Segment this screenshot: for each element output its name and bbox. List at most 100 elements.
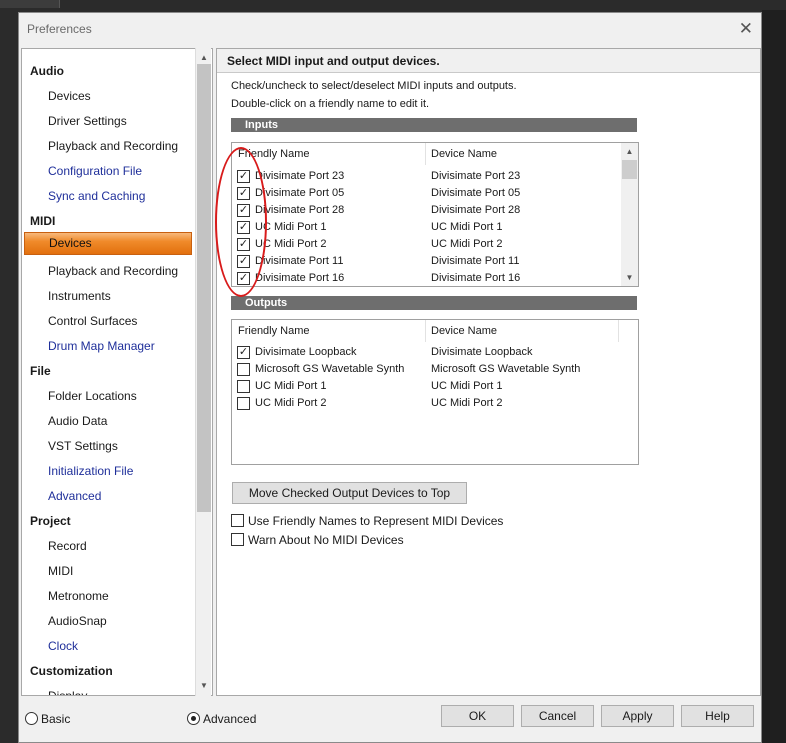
- tree-item-control-surfaces[interactable]: Control Surfaces: [48, 309, 137, 334]
- close-icon[interactable]: ✕: [739, 19, 753, 39]
- background-tab: [0, 0, 60, 8]
- table-row[interactable]: ✓ Divisimate Port 11 Divisimate Port 11: [232, 253, 638, 270]
- tree-item-driver-settings[interactable]: Driver Settings: [48, 109, 127, 134]
- friendly-name-cell[interactable]: UC Midi Port 2: [255, 238, 327, 250]
- tree-item-advanced[interactable]: Advanced: [48, 484, 101, 509]
- scroll-up-icon[interactable]: ▲: [621, 144, 638, 160]
- device-name-column[interactable]: Device Name: [431, 148, 497, 160]
- tree-item-vst-settings[interactable]: VST Settings: [48, 434, 118, 459]
- row-checkbox[interactable]: [237, 397, 250, 410]
- device-name-cell: UC Midi Port 2: [431, 397, 503, 409]
- friendly-name-column[interactable]: Friendly Name: [238, 148, 310, 160]
- device-name-cell: UC Midi Port 1: [431, 221, 503, 233]
- preferences-dialog: Preferences ✕ Audio Devices Driver Setting…: [18, 12, 762, 743]
- friendly-name-cell[interactable]: Divisimate Port 16: [255, 272, 344, 284]
- friendly-name-cell[interactable]: Divisimate Port 11: [255, 255, 343, 267]
- tree-item-record[interactable]: Record: [48, 534, 87, 559]
- tree-item-configuration-file[interactable]: Configuration File: [48, 159, 142, 184]
- row-checkbox[interactable]: ✓: [237, 346, 250, 359]
- tree-item-drum-map-manager[interactable]: Drum Map Manager: [48, 334, 155, 359]
- outputs-section-bar: Outputs: [231, 296, 637, 310]
- panel-header: Select MIDI input and output devices.: [217, 49, 760, 73]
- row-checkbox[interactable]: [237, 380, 250, 393]
- basic-label: Basic: [41, 712, 71, 726]
- tree-item-project[interactable]: Project: [30, 509, 71, 534]
- warn-no-midi-checkbox[interactable]: [231, 533, 244, 546]
- tree-item-devices[interactable]: Devices: [24, 232, 192, 255]
- tree-item-audio[interactable]: Audio: [30, 59, 64, 84]
- ok-button[interactable]: OK: [441, 705, 514, 727]
- tree-item-clock[interactable]: Clock: [48, 634, 78, 659]
- row-checkbox[interactable]: ✓: [237, 255, 250, 268]
- friendly-name-cell[interactable]: UC Midi Port 1: [255, 380, 327, 392]
- apply-button[interactable]: Apply: [601, 705, 674, 727]
- table-row[interactable]: UC Midi Port 1 UC Midi Port 1: [232, 378, 638, 395]
- tree-item-playback-and-recording[interactable]: Playback and Recording: [48, 259, 178, 284]
- basic-radio[interactable]: [25, 712, 38, 725]
- tree-item-playback-and-recording[interactable]: Playback and Recording: [48, 134, 178, 159]
- row-checkbox[interactable]: ✓: [237, 272, 250, 285]
- friendly-name-cell[interactable]: Divisimate Port 05: [255, 187, 344, 199]
- cancel-button[interactable]: Cancel: [521, 705, 594, 727]
- tree-scrollbar[interactable]: ▲ ▼: [195, 48, 211, 696]
- tree-item-metronome[interactable]: Metronome: [48, 584, 109, 609]
- row-checkbox[interactable]: [237, 363, 250, 376]
- move-checked-outputs-button[interactable]: Move Checked Output Devices to Top: [232, 482, 467, 504]
- preferences-tree[interactable]: Audio Devices Driver Settings Playback and …: [21, 48, 213, 696]
- table-row[interactable]: ✓ UC Midi Port 2 UC Midi Port 2: [232, 236, 638, 253]
- use-friendly-names-label: Use Friendly Names to Represent MIDI Dev…: [248, 514, 504, 528]
- device-name-cell: Divisimate Port 16: [431, 272, 521, 284]
- row-checkbox[interactable]: ✓: [237, 238, 250, 251]
- table-row[interactable]: ✓ Divisimate Loopback Divisimate Loopback: [232, 344, 638, 361]
- friendly-name-cell[interactable]: UC Midi Port 2: [255, 397, 327, 409]
- device-name-cell: Divisimate Port 05: [431, 187, 521, 199]
- column-separator: [425, 320, 426, 342]
- tree-item-midi[interactable]: MIDI: [48, 559, 73, 584]
- tree-item-audio-data[interactable]: Audio Data: [48, 409, 107, 434]
- row-checkbox[interactable]: ✓: [237, 187, 250, 200]
- tree-scroll-thumb[interactable]: [197, 64, 211, 512]
- table-row[interactable]: ✓ Divisimate Port 23 Divisimate Port 23: [232, 168, 638, 185]
- table-row[interactable]: ✓ Divisimate Port 28 Divisimate Port 28: [232, 202, 638, 219]
- friendly-name-column[interactable]: Friendly Name: [238, 325, 310, 337]
- inputs-listbox[interactable]: Friendly Name Device Name ▲ ▼ ✓ Divisimat…: [231, 142, 639, 287]
- tree-item-audiosnap[interactable]: AudioSnap: [48, 609, 107, 634]
- outputs-listbox[interactable]: Friendly Name Device Name ✓ Divisimate Lo…: [231, 319, 639, 465]
- use-friendly-names-checkbox[interactable]: [231, 514, 244, 527]
- device-name-column[interactable]: Device Name: [431, 325, 497, 337]
- tree-item-sync-and-caching[interactable]: Sync and Caching: [48, 184, 145, 209]
- friendly-name-cell[interactable]: Divisimate Loopback: [255, 346, 357, 358]
- title-bar: Preferences ✕: [19, 13, 761, 45]
- friendly-name-cell[interactable]: UC Midi Port 1: [255, 221, 327, 233]
- friendly-name-cell[interactable]: Divisimate Port 28: [255, 204, 344, 216]
- device-name-cell: Divisimate Loopback: [431, 346, 533, 358]
- friendly-name-cell[interactable]: Microsoft GS Wavetable Synth: [255, 363, 404, 375]
- tree-item-file[interactable]: File: [30, 359, 51, 384]
- table-row[interactable]: Microsoft GS Wavetable Synth Microsoft GS…: [232, 361, 638, 378]
- instruction-line-2: Double-click on a friendly name to edit …: [231, 98, 430, 110]
- friendly-name-cell[interactable]: Divisimate Port 23: [255, 170, 344, 182]
- device-name-cell: UC Midi Port 2: [431, 238, 503, 250]
- tree-item-folder-locations[interactable]: Folder Locations: [48, 384, 137, 409]
- table-row[interactable]: UC Midi Port 2 UC Midi Port 2: [232, 395, 638, 412]
- advanced-radio[interactable]: [187, 712, 200, 725]
- table-row[interactable]: ✓ Divisimate Port 16 Divisimate Port 16: [232, 270, 638, 286]
- device-name-cell: UC Midi Port 1: [431, 380, 503, 392]
- tree-item-midi[interactable]: MIDI: [30, 209, 55, 234]
- table-row[interactable]: ✓ Divisimate Port 05 Divisimate Port 05: [232, 185, 638, 202]
- tree-item-instruments[interactable]: Instruments: [48, 284, 111, 309]
- dialog-title: Preferences: [27, 22, 92, 36]
- tree-item-devices[interactable]: Devices: [48, 84, 91, 109]
- tree-item-initialization-file[interactable]: Initialization File: [48, 459, 133, 484]
- help-button[interactable]: Help: [681, 705, 754, 727]
- device-name-cell: Divisimate Port 11: [431, 255, 520, 267]
- inputs-section-bar: Inputs: [231, 118, 637, 132]
- row-checkbox[interactable]: ✓: [237, 221, 250, 234]
- scroll-down-icon[interactable]: ▼: [196, 678, 212, 694]
- table-row[interactable]: ✓ UC Midi Port 1 UC Midi Port 1: [232, 219, 638, 236]
- instruction-line-1: Check/uncheck to select/deselect MIDI in…: [231, 80, 517, 92]
- tree-item-display[interactable]: Display: [48, 684, 87, 695]
- row-checkbox[interactable]: ✓: [237, 204, 250, 217]
- row-checkbox[interactable]: ✓: [237, 170, 250, 183]
- tree-item-customization[interactable]: Customization: [30, 659, 113, 684]
